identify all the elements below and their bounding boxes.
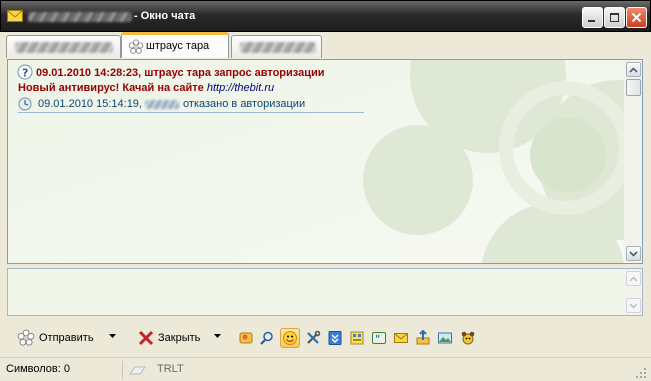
quote-button[interactable]: " xyxy=(369,328,389,348)
maximize-button[interactable] xyxy=(604,7,625,28)
search-icon xyxy=(260,331,273,345)
keyboard-layout: TRLT xyxy=(157,363,184,375)
tools-icon xyxy=(307,330,321,344)
history-scrollbar[interactable] xyxy=(625,60,642,263)
message-input[interactable] xyxy=(7,268,643,316)
tab-active-contact[interactable]: штраус тара xyxy=(121,32,229,58)
contacts-button[interactable] xyxy=(236,328,256,348)
contact-name-blurred xyxy=(28,12,132,22)
input-scrollbar[interactable] xyxy=(625,269,642,315)
history-button[interactable] xyxy=(325,328,345,348)
eraser-icon xyxy=(129,366,146,375)
close-icon xyxy=(631,12,642,23)
tools-button[interactable] xyxy=(303,328,323,348)
smiley-icon xyxy=(283,331,297,345)
smiley-button[interactable] xyxy=(280,328,300,348)
status-bar: Символов: 0 TRLT xyxy=(0,357,651,381)
question-icon: ? xyxy=(17,64,33,80)
message-advert-text: Новый антивирус! Качай на сайте xyxy=(18,82,207,94)
scroll-up-button[interactable] xyxy=(626,62,641,77)
tab-label-blurred xyxy=(15,42,113,53)
message-auth-request: 09.01.2010 14:28:23, штраус тара запрос … xyxy=(36,67,325,79)
status-separator xyxy=(122,361,123,379)
squirrel-icon xyxy=(461,331,475,345)
quote-icon: " xyxy=(372,332,386,345)
close-label: Закрыть xyxy=(158,332,201,344)
image-icon xyxy=(438,332,452,344)
notes-button[interactable] xyxy=(347,328,367,348)
title-bar[interactable]: - Окно чата xyxy=(0,0,651,32)
notes-icon xyxy=(350,331,364,345)
maximize-icon xyxy=(610,13,619,22)
username-blurred xyxy=(145,99,180,109)
send-file-button[interactable] xyxy=(413,328,433,348)
envelope-icon xyxy=(7,10,23,22)
close-chat-button[interactable]: Закрыть xyxy=(138,326,200,350)
chevron-down-icon xyxy=(629,250,638,257)
squirrel-button[interactable] xyxy=(458,328,478,348)
upload-icon xyxy=(416,330,430,345)
input-scroll-up-button[interactable] xyxy=(626,271,641,286)
send-dropdown-arrow-icon[interactable] xyxy=(109,334,116,339)
chat-tabs: штраус тара xyxy=(4,32,647,58)
chevron-down-icon xyxy=(629,303,638,308)
red-x-icon xyxy=(138,330,154,346)
send-button[interactable]: Отправить xyxy=(17,326,94,350)
close-dropdown-arrow-icon[interactable] xyxy=(214,334,221,339)
history-icon xyxy=(328,331,342,345)
envelope-button[interactable] xyxy=(391,328,411,348)
tab-contact-2[interactable] xyxy=(231,35,322,58)
tab-label: штраус тара xyxy=(146,40,210,52)
svg-text:": " xyxy=(375,334,380,345)
resize-grip-icon[interactable] xyxy=(635,367,647,379)
chevron-up-icon xyxy=(629,66,638,73)
message-divider xyxy=(18,112,364,113)
close-window-button[interactable] xyxy=(626,7,647,28)
tab-label-blurred xyxy=(240,42,316,53)
scroll-thumb[interactable] xyxy=(626,79,641,96)
search-button[interactable] xyxy=(257,328,277,348)
message-history[interactable]: ? 09.01.2010 14:28:23, штраус тара запро… xyxy=(7,59,643,264)
chat-window: - Окно чата штраус тара ? 09.01.2010 14:… xyxy=(0,0,651,381)
send-image-button[interactable] xyxy=(435,328,455,348)
message-time: 09.01.2010 15:14:19, xyxy=(38,98,142,110)
message-auth-denied: 09.01.2010 15:14:19, отказано в авториза… xyxy=(38,98,305,110)
message-auth-denied-text: отказано в авторизации xyxy=(183,98,306,110)
chevron-up-icon xyxy=(629,276,638,281)
envelope-icon xyxy=(394,333,408,343)
toolbar: Отправить Закрыть " xyxy=(0,320,651,356)
message-advert: Новый антивирус! Качай на сайте http://t… xyxy=(18,82,274,94)
svg-text:?: ? xyxy=(22,67,28,80)
window-title: - Окно чата xyxy=(134,10,196,22)
flower-icon xyxy=(17,329,35,346)
minimize-icon xyxy=(588,20,595,22)
contacts-icon xyxy=(239,332,253,344)
message-list: ? 09.01.2010 14:28:23, штраус тара запро… xyxy=(8,60,624,263)
minimize-button[interactable] xyxy=(582,7,603,28)
char-counter: Символов: 0 xyxy=(6,363,70,375)
send-label: Отправить xyxy=(39,332,94,344)
input-scroll-down-button[interactable] xyxy=(626,298,641,313)
message-link[interactable]: http://thebit.ru xyxy=(207,82,274,94)
tab-contact-1[interactable] xyxy=(6,35,121,58)
scroll-down-button[interactable] xyxy=(626,246,641,261)
clock-icon xyxy=(18,97,32,111)
flower-icon xyxy=(128,39,144,54)
